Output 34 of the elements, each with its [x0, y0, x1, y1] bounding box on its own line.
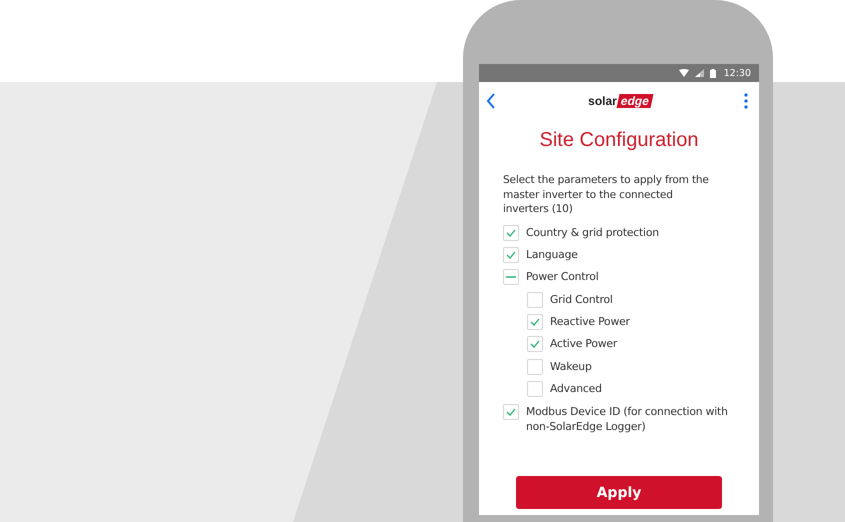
check-icon	[530, 318, 540, 326]
status-time: 12:30	[724, 68, 751, 78]
wifi-icon	[678, 69, 689, 77]
more-icon[interactable]	[744, 93, 748, 109]
checkbox[interactable]	[527, 381, 543, 398]
dash-icon	[506, 276, 516, 278]
checkbox[interactable]	[527, 292, 543, 308]
checkbox[interactable]	[503, 269, 519, 286]
check-icon	[506, 228, 516, 236]
option-label: Grid Control	[550, 292, 613, 307]
option-label: Country & grid protection	[526, 224, 659, 240]
check-icon	[530, 340, 540, 348]
signal-icon	[694, 69, 704, 77]
checkbox[interactable]	[527, 314, 543, 330]
option-label: Power Control	[526, 269, 599, 284]
option-label: Modbus Device ID (for connection with non-SolarEdge Logger)	[526, 404, 729, 434]
checkbox[interactable]	[503, 404, 519, 420]
description: Select the parameters to apply from the master inverter to the connected inverters (10)	[503, 173, 710, 216]
page-title: Site Configuration	[538, 129, 700, 152]
logo: solar edge	[588, 94, 652, 108]
apply-button[interactable]: Apply	[516, 476, 722, 509]
option-label: Advanced	[550, 381, 602, 396]
check-icon	[506, 408, 516, 416]
back-icon[interactable]	[486, 93, 496, 109]
battery-icon	[710, 68, 716, 78]
option-label: Active Power	[550, 336, 618, 352]
checkbox[interactable]	[527, 336, 543, 352]
check-icon	[506, 250, 516, 259]
checkbox[interactable]	[503, 224, 519, 240]
checkbox[interactable]	[527, 358, 543, 375]
option-label: Wakeup	[550, 358, 592, 374]
checkbox[interactable]	[503, 246, 519, 263]
option-label: Language	[526, 246, 578, 262]
option-label: Reactive Power	[550, 314, 630, 330]
